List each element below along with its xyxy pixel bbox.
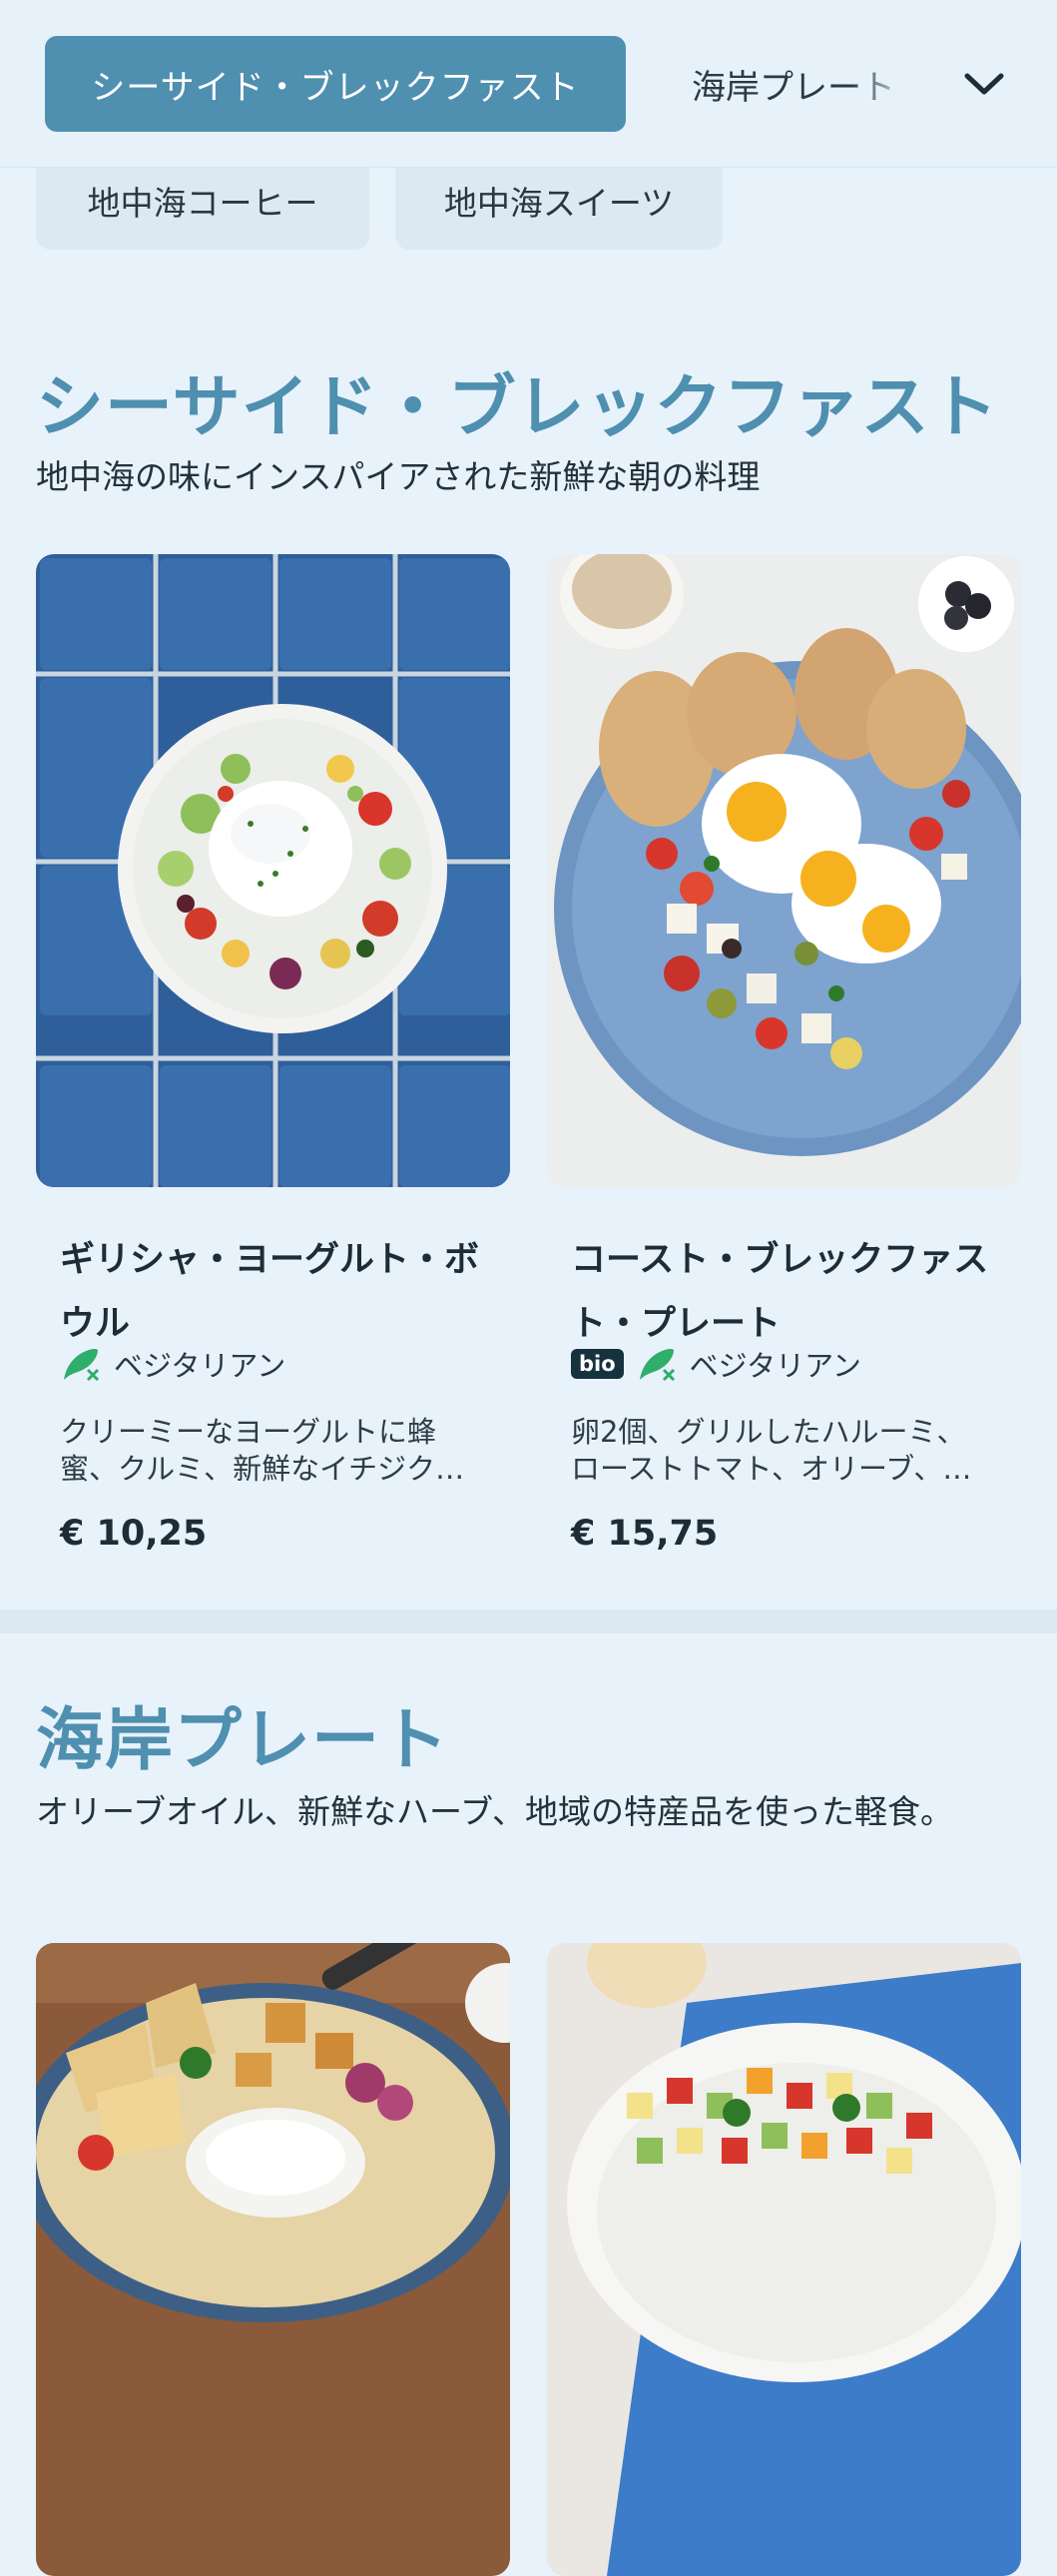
tab-coastal-plates-label: 海岸プレート bbox=[692, 67, 895, 108]
item-price: € 15,75 bbox=[571, 1514, 719, 1554]
coast-breakfast-plate-image[interactable] bbox=[547, 554, 1021, 1187]
item-price: € 10,25 bbox=[60, 1514, 208, 1554]
tag-vegetarian: ベジタリアン bbox=[114, 1349, 286, 1383]
item-tags: bio ベジタリアン bbox=[571, 1344, 861, 1384]
section-title-seaside-breakfast: シーサイド・ブレックファスト bbox=[36, 368, 999, 447]
item-tags: ベジタリアン bbox=[60, 1344, 285, 1384]
item-name-greek-yogurt-bowl[interactable]: ギリシャ・ヨーグルト・ボウル bbox=[60, 1228, 479, 1356]
item-name-coast-breakfast-plate[interactable]: コースト・ブレックファスト・プレート bbox=[571, 1228, 990, 1356]
chopped-salad-image[interactable] bbox=[547, 1943, 1021, 2576]
item-description: クリーミーなヨーグルトに蜂 蜜、クルミ、新鮮なイチジク… bbox=[60, 1415, 465, 1486]
section-description: 地中海の味にインスパイアされた新鮮な朝の料理 bbox=[36, 457, 761, 496]
section-title-coastal-plates: 海岸プレート bbox=[36, 1701, 450, 1780]
greek-yogurt-bowl-image[interactable] bbox=[36, 554, 510, 1187]
bio-badge: bio bbox=[571, 1349, 624, 1379]
tab-coastal-plates[interactable]: 海岸プレート bbox=[692, 36, 911, 132]
section-description: オリーブオイル、新鮮なハーブ、地域の特産品を使った軽食。 bbox=[36, 1792, 954, 1831]
section-divider bbox=[0, 1610, 1057, 1633]
tab-seaside-breakfast[interactable]: シーサイド・ブレックファスト bbox=[45, 36, 626, 132]
coastal-platter-image[interactable] bbox=[36, 1943, 510, 2576]
vegetarian-icon bbox=[64, 1348, 100, 1382]
item-description: 卵2個、グリルしたハルーミ、 ローストトマト、オリーブ、… bbox=[571, 1415, 972, 1486]
vegetarian-icon bbox=[639, 1348, 675, 1382]
category-nav-bar: シーサイド・ブレックファスト 海岸プレート bbox=[0, 0, 1057, 168]
tag-vegetarian: ベジタリアン bbox=[689, 1349, 861, 1383]
chevron-down-icon[interactable] bbox=[954, 56, 1014, 112]
